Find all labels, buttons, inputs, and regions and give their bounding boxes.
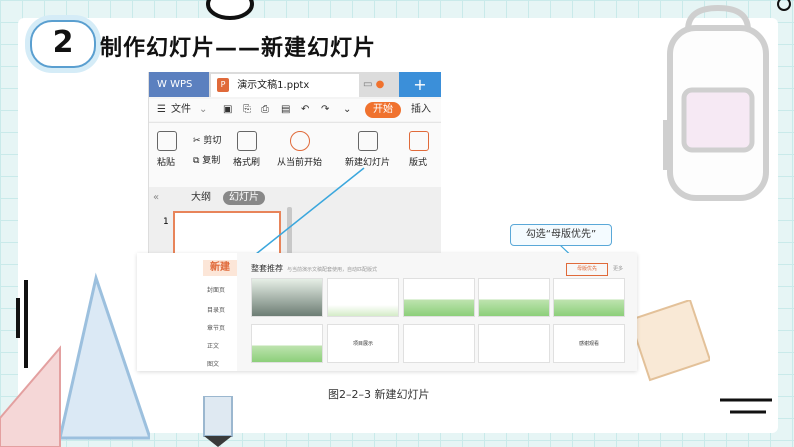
new-slide-dialog: 新建 封面页 目录页 章节页 正文 图文 整套推荐 与当前演示文稿配套使用，自动匹… [137, 253, 637, 371]
pointer-arrow [240, 167, 579, 266]
template-thumb[interactable] [251, 324, 323, 363]
thumb-text: 项目展示 [352, 341, 373, 347]
callout-master-first: 勾选“母版优先” [510, 224, 612, 246]
template-thumb[interactable] [327, 278, 399, 317]
dialog-heading-text: 整套推荐 [251, 264, 283, 273]
master-first-checkbox[interactable]: 母版优先 [566, 263, 608, 276]
template-thumb[interactable]: 项目展示 [327, 324, 399, 363]
figure-caption: 图2–2–3 新建幻灯片 [328, 388, 430, 401]
sidebar-item-chapter[interactable]: 章节页 [207, 323, 225, 332]
dialog-heading: 整套推荐 与当前演示文稿配套使用，自动匹配版式 [251, 263, 377, 274]
template-thumb[interactable] [553, 278, 625, 317]
dialog-note: 与当前演示文稿配套使用，自动匹配版式 [287, 267, 378, 273]
sidebar-item-image-text[interactable]: 图文 [207, 359, 219, 368]
dialog-sidebar: 新建 封面页 目录页 章节页 正文 图文 [137, 253, 237, 371]
sidebar-item-cover[interactable]: 封面页 [207, 285, 225, 294]
template-thumb[interactable] [403, 278, 475, 317]
sidebar-item-body[interactable]: 正文 [207, 341, 219, 350]
more-link[interactable]: 更多 [613, 265, 623, 272]
sidebar-item-new[interactable]: 新建 [203, 260, 237, 276]
template-thumb[interactable] [478, 324, 550, 363]
template-thumb[interactable] [403, 324, 475, 363]
template-thumb[interactable]: 感谢观看 [553, 324, 625, 363]
template-thumb[interactable] [478, 278, 550, 317]
thumb-text: 感谢观看 [578, 341, 599, 347]
template-thumb[interactable] [251, 278, 323, 317]
sidebar-item-toc[interactable]: 目录页 [207, 305, 225, 314]
